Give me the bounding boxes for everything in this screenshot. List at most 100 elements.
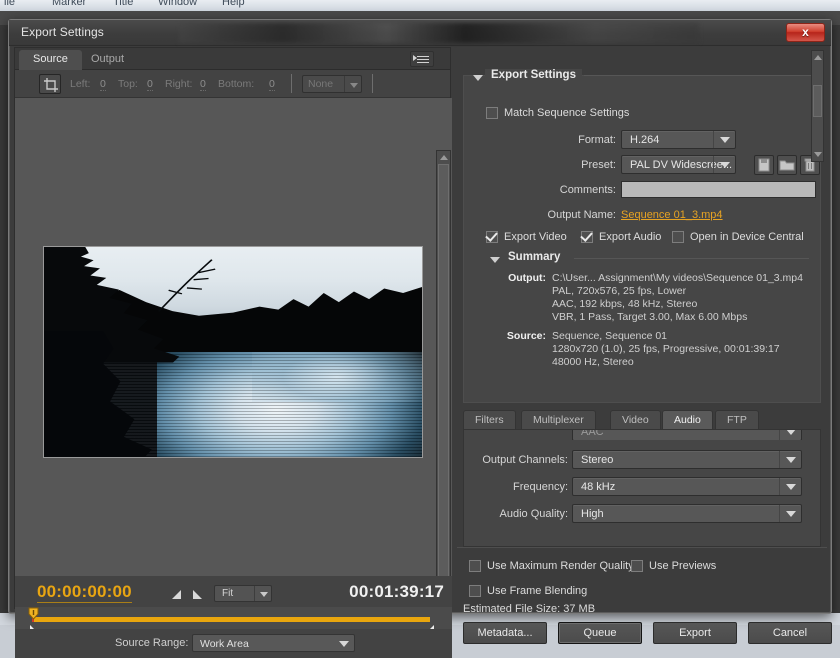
metadata-button[interactable]: Metadata... [463, 622, 547, 644]
export-audio-label: Export Audio [599, 231, 661, 243]
crop-bottom-value[interactable]: 0 [269, 78, 275, 91]
work-area-bar[interactable] [32, 617, 430, 622]
frequency-select[interactable]: 48 kHz [572, 477, 802, 496]
source-range-row: Source Range: Work Area [15, 629, 452, 658]
menu-item-help[interactable]: Help [222, 0, 245, 8]
output-name-label: Output Name: [476, 209, 616, 221]
match-sequence-label: Match Sequence Settings [504, 107, 629, 119]
import-preset-folder-button[interactable] [777, 155, 797, 175]
estimated-file-size: Estimated File Size: 37 MB [463, 603, 595, 615]
format-select[interactable]: H.264 [621, 130, 736, 149]
summary-source-line-1: Sequence, Sequence 01 [552, 330, 667, 342]
zoom-level-select[interactable]: Fit [214, 585, 272, 602]
menu-item-file[interactable]: ile [4, 0, 15, 8]
preview-image [43, 246, 423, 458]
crop-left-label: Left: [70, 78, 90, 90]
tab-output[interactable]: Output [77, 50, 138, 70]
output-channels-select[interactable]: Stereo [572, 450, 802, 469]
frame-blending-label: Use Frame Blending [487, 585, 587, 597]
use-previews-checkbox[interactable] [631, 560, 643, 572]
cancel-button[interactable]: Cancel [748, 622, 832, 644]
max-render-quality-checkbox[interactable] [469, 560, 481, 572]
tab-audio[interactable]: Audio [662, 410, 713, 429]
export-audio-checkbox[interactable] [581, 231, 593, 243]
dialog-title-bar[interactable]: Export Settings x [9, 20, 831, 46]
close-button[interactable]: x [786, 23, 825, 42]
tab-filters[interactable]: Filters [463, 410, 516, 429]
summary-source-key: Source: [464, 330, 546, 342]
export-settings-group-title: Export Settings [485, 69, 582, 81]
format-label: Format: [476, 134, 616, 146]
output-name-link[interactable]: Sequence 01_3.mp4 [621, 209, 723, 221]
chevron-down-icon [779, 478, 801, 495]
export-video-label: Export Video [504, 231, 567, 243]
menu-item-window[interactable]: Window [158, 0, 197, 8]
crop-aspect-select[interactable]: None [302, 75, 362, 93]
menu-item-marker[interactable]: Marker [52, 0, 86, 8]
set-in-point-icon[interactable] [170, 588, 183, 601]
chevron-down-icon [779, 430, 801, 440]
scroll-up-arrow-icon[interactable] [437, 151, 450, 164]
current-timecode[interactable]: 00:00:00:00 [37, 582, 132, 603]
audio-quality-label: Audio Quality: [466, 508, 568, 520]
export-settings-twirl-icon[interactable] [473, 75, 483, 81]
match-sequence-checkbox[interactable] [486, 107, 498, 119]
summary-output-line-1: C:\User... Assignment\My videos\Sequence… [552, 272, 803, 284]
timeline-scrubber[interactable] [15, 607, 452, 629]
set-out-point-icon[interactable] [191, 588, 204, 601]
save-preset-button[interactable] [754, 155, 774, 175]
export-button[interactable]: Export [653, 622, 737, 644]
panel-menu-icon[interactable] [410, 51, 434, 67]
menu-item-title[interactable]: Title [113, 0, 133, 8]
open-device-central-label: Open in Device Central [690, 231, 804, 243]
crop-left-value[interactable]: 0 [100, 78, 106, 91]
crop-tool-icon[interactable] [39, 74, 61, 94]
crop-top-value[interactable]: 0 [147, 78, 153, 91]
audio-quality-select[interactable]: High [572, 504, 802, 523]
tab-source[interactable]: Source [19, 50, 82, 70]
export-settings-panel: Export Settings Match Sequence Settings … [457, 47, 827, 609]
crop-top-label: Top: [118, 78, 138, 90]
crop-right-value[interactable]: 0 [200, 78, 206, 91]
comments-input[interactable] [621, 181, 816, 198]
export-video-checkbox[interactable] [486, 231, 498, 243]
tab-ftp[interactable]: FTP [715, 410, 759, 429]
scroll-down-arrow-icon[interactable] [812, 148, 823, 161]
export-settings-group: Export Settings Match Sequence Settings … [463, 75, 821, 403]
comments-label: Comments: [476, 184, 616, 196]
export-settings-dialog: Export Settings x Source Output Left: 0 … [8, 19, 832, 614]
scroll-up-arrow-icon[interactable] [812, 51, 823, 64]
open-device-central-checkbox[interactable] [672, 231, 684, 243]
scrollbar-thumb[interactable] [438, 164, 449, 576]
tab-video[interactable]: Video [610, 410, 661, 429]
queue-button[interactable]: Queue [558, 622, 642, 644]
audio-panel-scrollbar[interactable] [811, 50, 824, 162]
codec-settings-tab-strip: Filters Multiplexer Video Audio FTP [463, 410, 821, 429]
chevron-down-icon [254, 586, 271, 601]
summary-source-line-2: 1280x720 (1.0), 25 fps, Progressive, 00:… [552, 343, 780, 355]
summary-output-key: Output: [464, 272, 546, 284]
chevron-down-icon [779, 505, 801, 522]
summary-source-line-3: 48000 Hz, Stereo [552, 356, 634, 368]
source-range-select[interactable]: Work Area [192, 634, 355, 652]
clipped-row-select[interactable]: AAC [572, 430, 802, 440]
source-output-tab-strip: Source Output [15, 48, 450, 70]
chevron-down-icon [344, 76, 361, 92]
summary-rule [574, 258, 809, 259]
source-range-label: Source Range: [115, 637, 188, 649]
summary-twirl-icon[interactable] [490, 257, 500, 263]
preview-viewport[interactable] [15, 98, 452, 576]
frame-blending-checkbox[interactable] [469, 585, 481, 597]
audio-settings-panel: Codec: AAC Output Channels: Stereo Frequ… [463, 429, 821, 547]
scrollbar-thumb[interactable] [813, 85, 822, 117]
chevron-down-icon [779, 451, 801, 468]
host-menu-bar: ile Marker Title Window Help [0, 0, 840, 11]
group-title-rule [584, 75, 814, 76]
tab-multiplexer[interactable]: Multiplexer [521, 410, 596, 429]
toolbar-divider [291, 74, 292, 93]
preview-vertical-scrollbar[interactable] [436, 150, 451, 576]
playhead-handle-icon[interactable] [27, 607, 40, 620]
preset-select[interactable]: PAL DV Widescree... [621, 155, 736, 174]
use-previews-label: Use Previews [649, 560, 716, 572]
chevron-down-icon [713, 156, 735, 173]
